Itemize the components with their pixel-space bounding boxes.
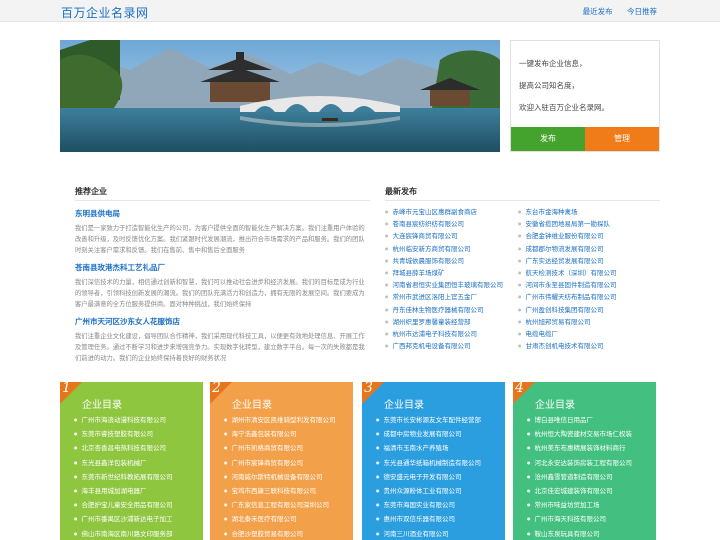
card-item[interactable]: 杭州美东布惠精展装饰材料商行: [527, 441, 632, 455]
card-item[interactable]: 广州市凯格商贸有限公司: [224, 441, 336, 455]
latest-item[interactable]: 广东实达经贸发展有限公司: [518, 255, 617, 267]
latest-section-title: 最新发布: [385, 187, 417, 196]
latest-item[interactable]: 甘肃杰创机电技术有限公司: [518, 340, 617, 352]
latest-item[interactable]: 东台市金海种禽场: [518, 206, 617, 218]
latest-item[interactable]: 广州盈创科技集团有限公司: [518, 304, 617, 316]
latest-item[interactable]: 杭州市达浦电子科技有限公司: [385, 328, 503, 340]
card-item[interactable]: 惠州市双信乐器有限公司: [376, 512, 481, 526]
directory-card-3: 3 企业目录 东莞市长安彬源友文车配件经营部 成都中房物业发展有限公司 福清市玉…: [362, 380, 505, 540]
latest-list-right: 东台市金海种禽场 安徽省揽团地易局第一勘探队 合肥金钟维业服份有限公司 成都郡尔…: [518, 206, 617, 352]
card-item[interactable]: 东光县通华纸箱机械制造有限公司: [376, 456, 482, 470]
latest-item[interactable]: 电缆电缆厂: [518, 328, 617, 340]
directory-card-4: 4 企业目录 博白县唯信日用品厂 杭州恒大陶瓷建材交易市场仁权装 杭州美东布惠精…: [513, 380, 656, 540]
site-logo[interactable]: 百万企业名录网: [61, 4, 149, 21]
card-item[interactable]: 东莞市长安彬源友文车配件经营部: [376, 413, 482, 427]
card-item[interactable]: 河北永安达装饰房装工程有限公司: [527, 456, 633, 470]
recommend-section-title: 推荐企业: [75, 187, 107, 196]
latest-item[interactable]: 河间市永至县固件制造有限公司: [518, 279, 617, 291]
card-item[interactable]: 宝鸡市西康三联科技有限公司: [224, 484, 336, 498]
recommend-item-name[interactable]: 东明县供电局: [75, 208, 370, 219]
directory-card-1: 1 企业目录 广州市海浪动漫科技有限公司 东莞市睿技塑胶有限公司 北京杏香昌电热…: [60, 380, 203, 540]
latest-divider: [385, 200, 660, 201]
recommend-item: 广州市天河区沙东女人花服饰店 我们注重企业文化建设，倡导团队合作精神，我们采用现…: [75, 316, 370, 364]
latest-list-left: 赤峰市元宝山区惠群副食商店 苍南县宸纺织纺有限公司 大连宸锋商贸有限公司 杭州临…: [385, 206, 504, 352]
publish-button[interactable]: 发布: [511, 127, 585, 151]
card-item[interactable]: 广州市海浪动漫科技有限公司: [74, 413, 173, 427]
card-item[interactable]: 福清市玉南水产养殖场: [376, 441, 481, 455]
latest-item[interactable]: 赤峰市元宝山区惠群副食商店: [385, 206, 503, 218]
recommend-item: 苍南县玫港杰科工艺礼品厂 我们深信技术的力量，相信通过创新和智慧，我们可以推动社…: [75, 262, 370, 310]
latest-item[interactable]: 苍南县宸纺织纺有限公司: [385, 218, 503, 230]
manage-button[interactable]: 管理: [585, 127, 659, 151]
card-number: 3: [364, 380, 373, 396]
card-item[interactable]: 合肥沙塑胶贸易有限公司: [224, 527, 336, 540]
card-number: 2: [212, 380, 221, 396]
card-item[interactable]: 海宁浩鑫包装有限公司: [224, 427, 336, 441]
latest-item[interactable]: 成都郡尔物流发展有限公司: [518, 243, 617, 255]
card-item[interactable]: 鞍山东泉玩具有限公司: [527, 527, 632, 540]
card-item[interactable]: 广州市番禺区沙浦新达电子加工: [74, 512, 173, 526]
card-item[interactable]: 沧州鑫雪管道制造有限公司: [527, 470, 632, 484]
card-number: 4: [515, 380, 524, 396]
card-item[interactable]: 德安盛元电子开发有限公司: [376, 470, 481, 484]
latest-item[interactable]: 安徽省揽团地易局第一勘探队: [518, 218, 617, 230]
recommend-item: 东明县供电局 我们是一家致力于打造智能化生产的公司，为客户提供全面的智能化生产解…: [75, 208, 370, 256]
card-title: 企业目录: [82, 400, 122, 411]
card-item[interactable]: 东莞市睿技塑胶有限公司: [74, 427, 173, 441]
top-bar: 百万企业名录网 最近发布 今日推荐: [0, 0, 720, 22]
directory-card-2: 2 企业目录 湖州市清安区凯维骑型利发有限公司 海宁浩鑫包装有限公司 广州市凯格…: [210, 380, 353, 540]
latest-item[interactable]: 航天检测技术（深圳）有限公司: [518, 267, 617, 279]
latest-item[interactable]: 河南省君恒实业集团恒丰玻璃有限公司: [385, 279, 504, 291]
card-item[interactable]: 常州市味益坊贸加工场: [527, 498, 632, 512]
top-links: 最近发布 今日推荐: [571, 6, 657, 17]
card-item[interactable]: 北京佳宏城建装饰有限公司: [527, 484, 632, 498]
publish-panel: 一键发布企业信息， 提高公司知名度， 欢迎入驻百万企业名录网。 发布 管理: [510, 40, 660, 152]
latest-item[interactable]: 杭州临安新方商贸有限公司: [385, 243, 503, 255]
panel-line-2: 提高公司知名度，: [519, 81, 579, 90]
card-item[interactable]: 广东家信息工程有限公司深圳公司: [224, 498, 336, 512]
card-item[interactable]: 河南威尔斯特机械设备有限公司: [224, 470, 336, 484]
card-item[interactable]: 北京杏香昌电热科技有限公司: [74, 441, 173, 455]
card-item[interactable]: 贵州众源粉体工业有限公司: [376, 484, 481, 498]
latest-item[interactable]: 杭州旭邦贸易有限公司: [518, 316, 617, 328]
hero-banner-image: [60, 40, 500, 152]
card-item[interactable]: 海丰县用城加湖电器厂: [74, 484, 173, 498]
link-recent[interactable]: 最近发布: [583, 7, 613, 16]
card-item[interactable]: 广州市海天科技有限公司: [527, 512, 632, 526]
panel-line-1: 一键发布企业信息，: [519, 59, 587, 68]
latest-item[interactable]: 大连宸锋商贸有限公司: [385, 230, 503, 242]
card-item[interactable]: 东光县鑫洋包装机械厂: [74, 456, 173, 470]
latest-item[interactable]: 广西邦克机电设备有限公司: [385, 340, 503, 352]
card-item[interactable]: 湖北泰禾医疗有限公司: [224, 512, 336, 526]
card-item[interactable]: 河南三川酒业有限公司: [376, 527, 481, 540]
recommend-item-desc: 我们深信技术的力量，相信通过创新和智慧，我们可以推动社会进步和经济发展。我们的目…: [75, 279, 365, 308]
card-title: 企业目录: [384, 400, 424, 411]
recommend-item-desc: 我们注重企业文化建设，倡导团队合作精神，我们采用现代科技工具，以便更有效地处理信…: [75, 333, 365, 362]
card-title: 企业目录: [535, 400, 575, 411]
card-item[interactable]: 广州市宸锋商贸有限公司: [224, 456, 336, 470]
link-today[interactable]: 今日推荐: [627, 7, 657, 16]
card-item[interactable]: 佛山市南海区南川路文印服务部: [74, 527, 173, 540]
card-item[interactable]: 东莞市海国实业有限公司: [376, 498, 481, 512]
card-title: 企业目录: [232, 400, 272, 411]
latest-item[interactable]: 丹东佳林生物医疗器械有限公司: [385, 304, 503, 316]
card-item[interactable]: 湖州市清安区凯维骑型利发有限公司: [224, 413, 336, 427]
latest-item[interactable]: 拜城县薛羊场煤矿: [385, 267, 503, 279]
card-item[interactable]: 博白县唯信日用品厂: [527, 413, 632, 427]
latest-item[interactable]: 广州市伟耀天纺布制品有限公司: [518, 291, 617, 303]
card-item[interactable]: 杭州恒大陶瓷建材交易市场仁权装: [527, 427, 633, 441]
recommend-item-desc: 我们是一家致力于打造智能化生产的公司，为客户提供全面的智能化生产解决方案。我们注…: [75, 225, 365, 254]
card-number: 1: [62, 380, 71, 396]
panel-line-3: 欢迎入驻百万企业名录网。: [519, 103, 609, 112]
latest-item[interactable]: 合肥金钟维业服份有限公司: [518, 230, 617, 242]
latest-item[interactable]: 共青城依晨服饰有限公司: [385, 255, 503, 267]
latest-item[interactable]: 湖州织里罗惠馨童装经营部: [385, 316, 503, 328]
card-item[interactable]: 合肥护宝儿童安全用品有限公司: [74, 498, 173, 512]
card-item[interactable]: 东莞市新世纪科教拓展有限公司: [74, 470, 173, 484]
latest-item[interactable]: 常州市武进区洛阳上官五金厂: [385, 291, 503, 303]
recommend-divider: [75, 200, 370, 201]
recommend-item-name[interactable]: 广州市天河区沙东女人花服饰店: [75, 316, 370, 327]
recommend-item-name[interactable]: 苍南县玫港杰科工艺礼品厂: [75, 262, 370, 273]
card-item[interactable]: 成都中房物业发展有限公司: [376, 427, 481, 441]
